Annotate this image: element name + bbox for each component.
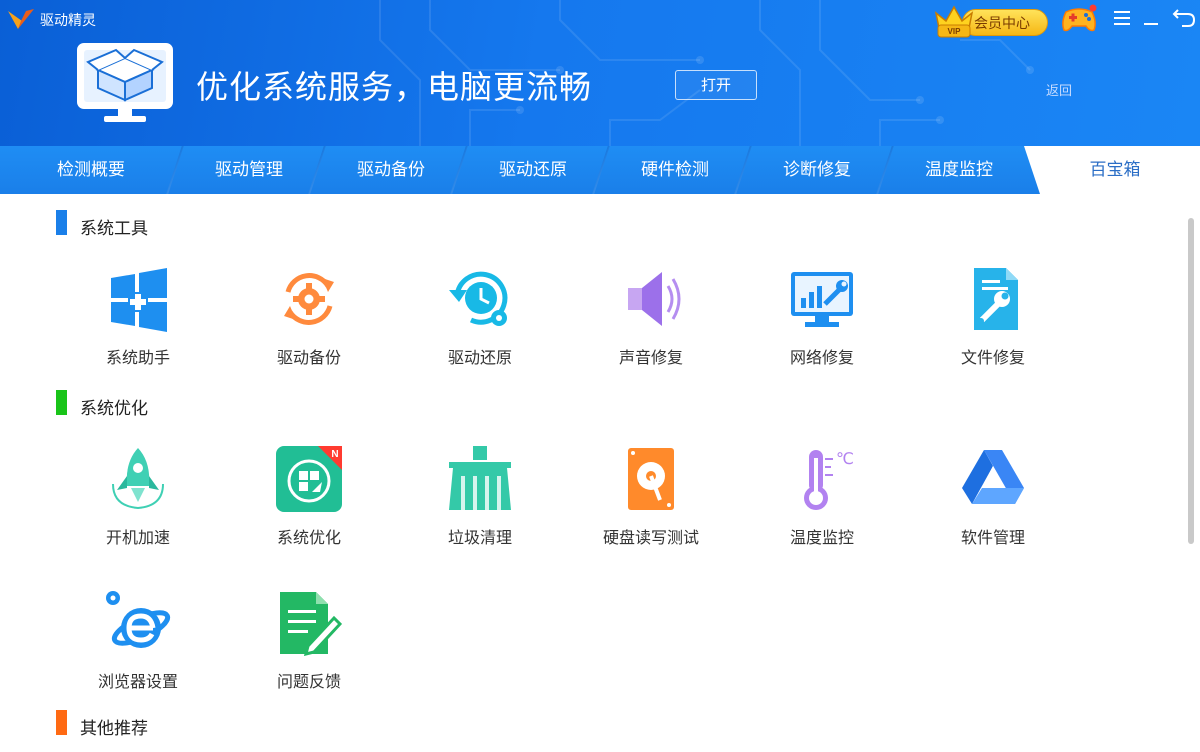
tool-label: 浏览器设置 bbox=[97, 672, 178, 691]
tab-driver-backup[interactable]: 驱动备份 bbox=[318, 146, 464, 194]
section-bar-system-tools bbox=[56, 210, 67, 235]
tool-label: 垃圾清理 bbox=[447, 528, 512, 547]
svg-text:℃: ℃ bbox=[836, 449, 854, 468]
feedback-note-icon bbox=[280, 592, 342, 656]
section-title-other-recommend: 其他推荐 bbox=[80, 719, 148, 739]
ie-browser-icon bbox=[106, 591, 171, 648]
tool-driver-backup[interactable]: 驱动备份 bbox=[244, 266, 374, 376]
monitor-wrench-icon bbox=[791, 272, 853, 327]
menu-icon[interactable] bbox=[1112, 10, 1132, 26]
rocket-icon bbox=[112, 448, 164, 510]
speaker-icon bbox=[628, 272, 681, 326]
clock-restore-icon bbox=[449, 271, 508, 326]
broom-icon bbox=[449, 446, 511, 510]
service-box-icon bbox=[77, 43, 173, 122]
tab-diagnose-repair[interactable]: 诊断修复 bbox=[744, 146, 890, 194]
minimize-icon[interactable] bbox=[1142, 9, 1160, 27]
tool-disk-rw-test[interactable]: 硬盘读写测试 bbox=[586, 446, 716, 556]
tab-driver-manage[interactable]: 驱动管理 bbox=[176, 146, 322, 194]
tool-sound-repair[interactable]: 声音修复 bbox=[586, 266, 716, 376]
tool-driver-restore[interactable]: 驱动还原 bbox=[415, 266, 545, 376]
tab-temperature[interactable]: 温度监控 bbox=[886, 146, 1032, 194]
thermometer-icon: ℃ bbox=[804, 449, 854, 510]
tab-overview[interactable]: 检测概要 bbox=[18, 146, 164, 194]
vip-center-label: 会员中心 bbox=[974, 16, 1030, 32]
tool-system-assistant[interactable]: 系统助手 bbox=[73, 266, 203, 376]
windows-rocket-icon: N bbox=[276, 446, 342, 512]
new-badge: N bbox=[331, 449, 338, 460]
tool-label: 温度监控 bbox=[789, 528, 854, 547]
vip-crown-icon: VIP bbox=[934, 5, 974, 38]
vip-center-button[interactable]: VIP 会员中心 bbox=[932, 3, 1052, 41]
open-button[interactable]: 打开 bbox=[675, 70, 757, 100]
banner-title: 优化系统服务，电脑更流畅 bbox=[196, 68, 593, 106]
tool-junk-clean[interactable]: 垃圾清理 bbox=[415, 446, 545, 556]
vip-badge-text: VIP bbox=[948, 27, 962, 36]
tool-label: 驱动备份 bbox=[276, 348, 341, 367]
toolbox-content: 系统工具 系统助手 驱动备份 驱动还原 声音修复 网络修复 文件修复 系统优化 … bbox=[0, 194, 1186, 752]
tool-label: 硬盘读写测试 bbox=[602, 528, 699, 547]
tool-network-repair[interactable]: 网络修复 bbox=[757, 266, 887, 376]
document-wrench-icon bbox=[974, 268, 1018, 330]
header-banner: 驱动精灵 优化系统服务，电脑更流畅 打开 返回 VIP 会员中心 bbox=[0, 0, 1200, 146]
tool-label: 系统优化 bbox=[276, 528, 341, 547]
scrollbar-thumb[interactable] bbox=[1188, 218, 1194, 544]
app-logo-icon bbox=[8, 9, 34, 29]
section-bar-other-recommend bbox=[56, 710, 67, 735]
tool-label: 声音修复 bbox=[618, 348, 683, 367]
tool-label: 文件修复 bbox=[960, 348, 1025, 367]
tool-browser-settings[interactable]: 浏览器设置 bbox=[73, 590, 203, 700]
gear-cycle-icon bbox=[284, 273, 334, 325]
windows-plus-icon bbox=[111, 268, 167, 332]
section-title-system-optimize: 系统优化 bbox=[80, 399, 148, 419]
tool-label: 软件管理 bbox=[960, 528, 1025, 547]
tool-label: 系统助手 bbox=[105, 348, 170, 367]
tool-feedback[interactable]: 问题反馈 bbox=[244, 590, 374, 700]
tool-file-repair[interactable]: 文件修复 bbox=[928, 266, 1058, 376]
section-bar-system-optimize bbox=[56, 390, 67, 415]
section-title-system-tools: 系统工具 bbox=[80, 219, 148, 239]
tool-label: 驱动还原 bbox=[447, 348, 512, 367]
tab-driver-restore[interactable]: 驱动还原 bbox=[460, 146, 606, 194]
back-link[interactable]: 返回 bbox=[1046, 80, 1072, 99]
tool-system-optimize[interactable]: N 系统优化 bbox=[244, 446, 374, 556]
tab-hardware-check[interactable]: 硬件检测 bbox=[602, 146, 748, 194]
triangle-drive-icon bbox=[962, 450, 1024, 504]
tool-label: 网络修复 bbox=[789, 348, 854, 367]
tool-label: 开机加速 bbox=[105, 528, 170, 547]
tool-boot-speedup[interactable]: 开机加速 bbox=[73, 446, 203, 556]
gamepad-icon[interactable] bbox=[1060, 4, 1098, 34]
restore-back-icon[interactable] bbox=[1172, 6, 1196, 28]
tool-label: 问题反馈 bbox=[276, 672, 341, 691]
tool-temperature-monitor[interactable]: ℃ 温度监控 bbox=[757, 446, 887, 556]
app-name: 驱动精灵 bbox=[40, 13, 96, 29]
tab-toolbox[interactable]: 百宝箱 bbox=[1040, 146, 1190, 194]
hard-disk-icon bbox=[628, 448, 674, 510]
tool-software-manage[interactable]: 软件管理 bbox=[928, 446, 1058, 556]
